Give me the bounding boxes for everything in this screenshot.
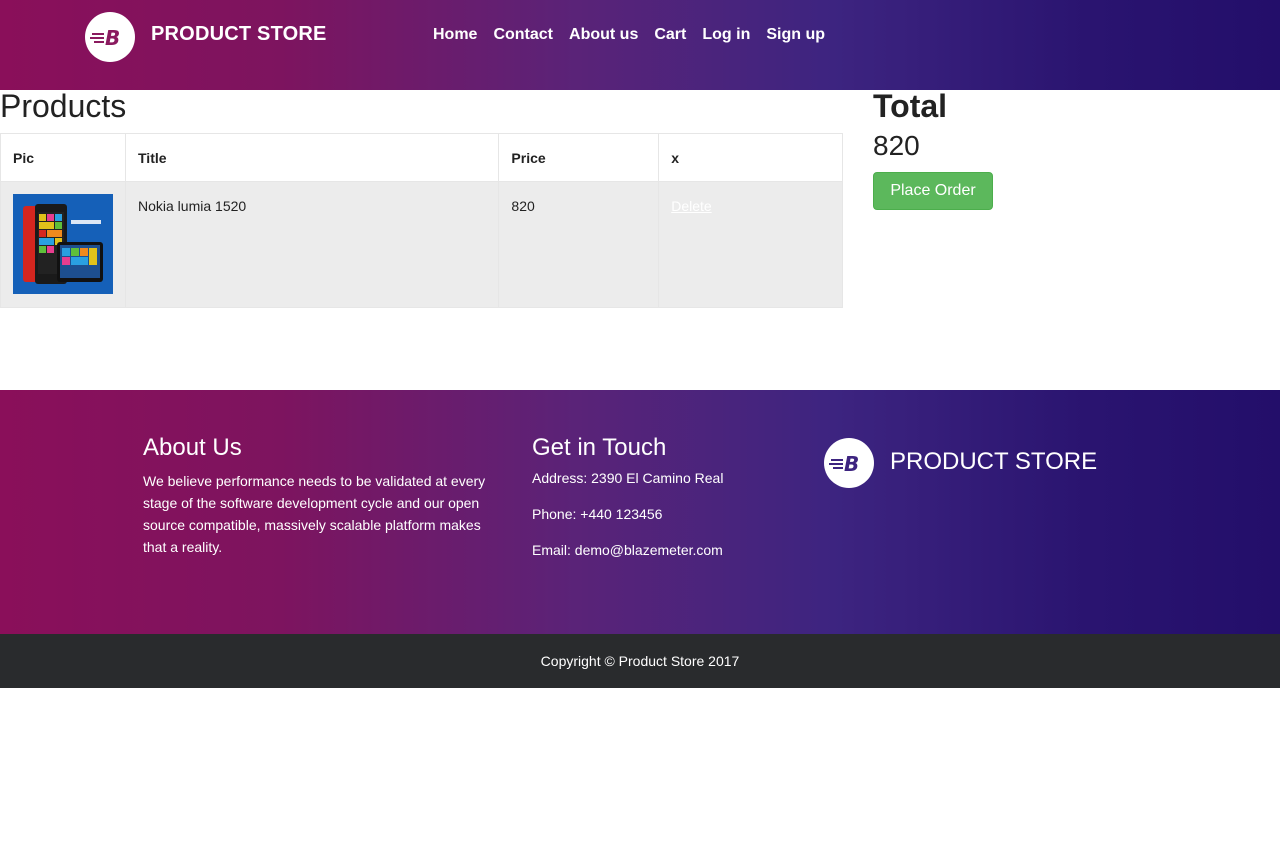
nav-signup-link[interactable]: Sign up: [766, 26, 825, 44]
place-order-button[interactable]: Place Order: [873, 172, 993, 210]
footer-brand: PRODUCT STORE: [890, 448, 1098, 475]
column-header-title: Title: [124, 133, 500, 182]
copyright-bar: Copyright © Product Store 2017: [0, 634, 1280, 688]
nav-login-link[interactable]: Log in: [702, 26, 750, 44]
nokia-lumia-phone-image: [13, 194, 113, 294]
copyright-text: Copyright © Product Store 2017: [540, 653, 740, 669]
product-title-cell: Nokia lumia 1520: [124, 181, 500, 308]
svg-text:B: B: [844, 452, 859, 476]
table-header-row: Pic Title Price x: [0, 133, 843, 182]
total-heading: Total: [873, 88, 948, 124]
phone-text: Phone: +440 123456: [532, 506, 663, 522]
footer: About Us We believe performance needs to…: [0, 390, 1280, 634]
about-us-heading: About Us: [143, 434, 242, 461]
total-value: 820: [873, 130, 920, 161]
about-us-text: We believe performance needs to be valid…: [143, 473, 486, 555]
cart-table: Pic Title Price x Nokia lumia 1520 820 D…: [0, 133, 843, 308]
address-text: Address: 2390 El Camino Real: [532, 470, 724, 486]
svg-text:B: B: [105, 26, 120, 50]
email-text: Email: demo@blazemeter.com: [532, 542, 723, 558]
column-header-pic: Pic: [0, 133, 126, 182]
product-price-cell: 820: [498, 181, 660, 308]
navbar: B PRODUCT STORE Home Contact About us Ca…: [0, 0, 1280, 90]
nav-cart-link[interactable]: Cart: [654, 26, 686, 44]
brand-title[interactable]: PRODUCT STORE: [151, 23, 327, 46]
products-heading: Products: [0, 88, 127, 124]
action-cell: Delete: [658, 181, 843, 308]
footer-logo-icon: B: [824, 438, 874, 488]
about-us-section: About Us We believe performance needs to…: [143, 434, 503, 558]
column-header-x: x: [658, 133, 843, 182]
table-row: Nokia lumia 1520 820 Delete: [0, 181, 843, 308]
nav-home-link[interactable]: Home: [433, 26, 477, 44]
pic-cell: [0, 181, 126, 308]
nav-links: Home Contact About us Cart Log in Sign u…: [433, 26, 825, 44]
nav-contact-link[interactable]: Contact: [493, 26, 553, 44]
column-header-price: Price: [498, 133, 660, 182]
get-in-touch-heading: Get in Touch: [532, 434, 667, 461]
get-in-touch-section: Get in Touch Address: 2390 El Camino Rea…: [532, 434, 812, 578]
nav-about-link[interactable]: About us: [569, 26, 638, 44]
delete-link[interactable]: Delete: [671, 198, 711, 214]
blazemeter-logo-icon[interactable]: B: [85, 12, 135, 62]
